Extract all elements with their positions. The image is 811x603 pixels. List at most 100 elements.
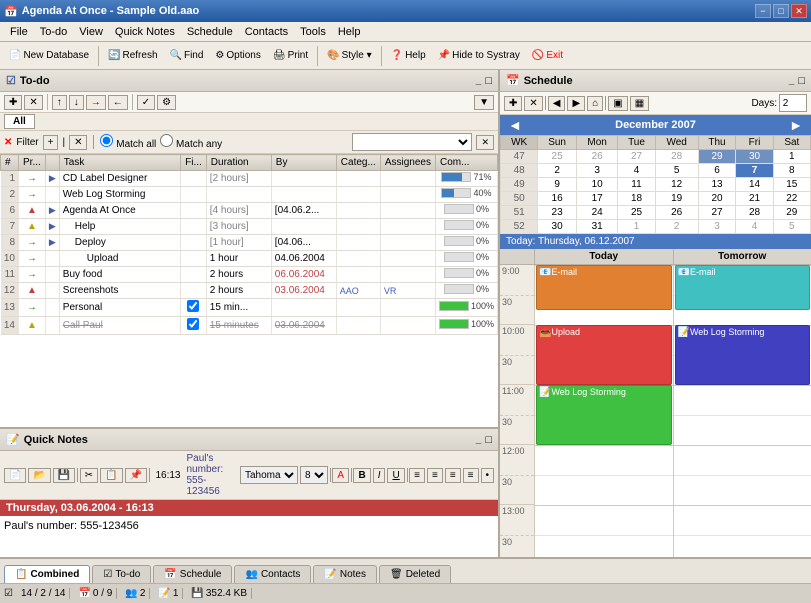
calendar-day[interactable]: 29 <box>773 206 810 220</box>
table-row[interactable]: 14▲Call Paul15 minutes03.06.2004100% <box>1 317 498 335</box>
col-num[interactable]: # <box>1 155 19 171</box>
todo-outdent-button[interactable]: ← <box>108 95 128 110</box>
calendar-day[interactable]: 9 <box>538 178 577 192</box>
table-row[interactable]: 7▲▶Help[3 hours]0% <box>1 219 498 235</box>
day-view-body[interactable]: 9:003010:003011:003012:003013:003014:003… <box>500 265 811 557</box>
todo-filter-icon-button[interactable]: ▼ <box>474 95 494 110</box>
menu-quicknotes[interactable]: Quick Notes <box>109 24 181 40</box>
calendar-day[interactable]: 24 <box>576 206 617 220</box>
calendar-day[interactable]: 23 <box>538 206 577 220</box>
calendar-day[interactable]: 7 <box>736 164 773 178</box>
menu-todo[interactable]: To-do <box>34 24 74 40</box>
notes-new-button[interactable]: 📄 <box>4 468 26 483</box>
notes-panel-minimize[interactable]: _ <box>476 434 482 445</box>
table-row[interactable]: 6▲▶Agenda At Once[4 hours][04.06.2...0% <box>1 203 498 219</box>
event-web-log-storming[interactable]: 📝 Web Log Storming <box>536 385 672 445</box>
hide-to-systray-button[interactable]: 📌 Hide to Systray <box>433 47 525 64</box>
schedule-panel-maximize[interactable]: □ <box>798 75 805 87</box>
calendar-day[interactable]: 1 <box>618 220 655 234</box>
col-finish[interactable]: Fi... <box>181 155 207 171</box>
calendar-day[interactable]: 27 <box>698 206 736 220</box>
event-e-mail[interactable]: 📧 E-mail <box>675 265 811 310</box>
todo-delete-button[interactable]: ✕ <box>24 95 42 110</box>
col-by[interactable]: By <box>271 155 336 171</box>
schedule-panel-minimize[interactable]: _ <box>789 75 795 86</box>
menu-contacts[interactable]: Contacts <box>239 24 294 40</box>
notes-justify-button[interactable]: ≡ <box>463 468 479 483</box>
tab-contacts[interactable]: 👥 Contacts <box>234 565 311 583</box>
table-row[interactable]: 12▲Screenshots2 hours03.06.2004AAOVR0% <box>1 283 498 299</box>
calendar-day[interactable]: 11 <box>618 178 655 192</box>
notes-italic-button[interactable]: I <box>373 468 386 483</box>
menu-help[interactable]: Help <box>332 24 367 40</box>
calendar-day[interactable]: 31 <box>576 220 617 234</box>
filter-delete-button[interactable]: ✕ <box>69 135 87 150</box>
notes-underline-button[interactable]: U <box>387 468 404 483</box>
notes-copy-button[interactable]: 📋 <box>100 468 122 483</box>
calendar-day[interactable]: 22 <box>773 192 810 206</box>
minimize-button[interactable]: − <box>755 4 771 18</box>
day-column-tomorrow[interactable]: 📧 E-mail📝 Web Log Storming📧 E-mail <box>674 265 811 557</box>
refresh-button[interactable]: 🔄 Refresh <box>103 47 162 64</box>
notes-content-area[interactable]: Thursday, 03.06.2004 - 16:13 Paul's numb… <box>0 500 498 557</box>
calendar-day[interactable]: 4 <box>618 164 655 178</box>
notes-font-size[interactable]: 8 <box>300 466 328 484</box>
filter-x-button[interactable]: ✕ <box>476 135 494 150</box>
calendar-day[interactable]: 2 <box>655 220 698 234</box>
notes-bullet-button[interactable]: • <box>481 468 495 483</box>
todo-new-button[interactable]: ✚ <box>4 95 22 110</box>
menu-view[interactable]: View <box>73 24 109 40</box>
sched-new-button[interactable]: ✚ <box>504 96 522 111</box>
event-e-mail[interactable]: 📧 E-mail <box>536 265 672 310</box>
calendar-day[interactable]: 17 <box>576 192 617 206</box>
notes-cut-button[interactable]: ✂ <box>80 468 98 483</box>
calendar-day[interactable]: 25 <box>538 150 577 164</box>
sched-prev-button[interactable]: ◀ <box>548 96 566 111</box>
col-priority[interactable]: Pr... <box>19 155 46 171</box>
new-database-button[interactable]: 📄 New Database <box>4 47 94 64</box>
table-row[interactable]: 8→▶Deploy[1 hour][04.06...0% <box>1 235 498 251</box>
calendar-day[interactable]: 15 <box>773 178 810 192</box>
calendar-day[interactable]: 19 <box>655 192 698 206</box>
todo-move-down-button[interactable]: ↓ <box>69 95 84 110</box>
close-button[interactable]: ✕ <box>791 4 807 18</box>
calendar-day[interactable]: 18 <box>618 192 655 206</box>
calendar-day[interactable]: 6 <box>698 164 736 178</box>
todo-panel-maximize[interactable]: □ <box>485 75 492 87</box>
col-duration[interactable]: Duration <box>206 155 271 171</box>
calendar-day[interactable]: 5 <box>655 164 698 178</box>
table-row[interactable]: 10→Upload1 hour04.06.20040% <box>1 251 498 267</box>
filter-dropdown[interactable] <box>352 133 472 151</box>
calendar-day[interactable]: 21 <box>736 192 773 206</box>
tab-notes[interactable]: 📝 Notes <box>313 565 377 583</box>
notes-open-button[interactable]: 📂 <box>28 468 50 483</box>
style-button[interactable]: 🎨 Style ▾ <box>322 47 376 64</box>
exit-button[interactable]: 🚫 Exit <box>527 47 568 64</box>
notes-font-select[interactable]: Tahoma <box>240 466 298 484</box>
calendar-day[interactable]: 14 <box>736 178 773 192</box>
calendar-day[interactable]: 26 <box>655 206 698 220</box>
table-row[interactable]: 11→Buy food2 hours06.06.20040% <box>1 267 498 283</box>
table-row[interactable]: 1→▶CD Label Designer[2 hours]71% <box>1 171 498 187</box>
calendar-day[interactable]: 28 <box>736 206 773 220</box>
calendar-day[interactable]: 26 <box>576 150 617 164</box>
calendar-day[interactable]: 30 <box>736 150 773 164</box>
days-input[interactable] <box>779 94 807 112</box>
print-button[interactable]: 🖨 Print <box>268 47 313 64</box>
notes-paste-button[interactable]: 📌 <box>125 468 147 483</box>
todo-move-up-button[interactable]: ↑ <box>52 95 67 110</box>
event-web-log-storming[interactable]: 📝 Web Log Storming <box>675 325 811 385</box>
col-complete[interactable]: Com... <box>435 155 497 171</box>
calendar-day[interactable]: 2 <box>538 164 577 178</box>
calendar-day[interactable]: 13 <box>698 178 736 192</box>
table-row[interactable]: 13→Personal15 min...100% <box>1 299 498 317</box>
tab-schedule[interactable]: 📅 Schedule <box>153 565 232 583</box>
todo-options-button[interactable]: ⚙ <box>157 95 176 110</box>
calendar-day[interactable]: 30 <box>538 220 577 234</box>
todo-indent-button[interactable]: → <box>86 95 106 110</box>
notes-text[interactable]: Paul's number: 555-123456 <box>0 516 498 536</box>
notes-color-button[interactable]: A <box>332 468 349 483</box>
todo-check-button[interactable]: ✓ <box>137 95 155 110</box>
todo-panel-minimize[interactable]: _ <box>476 75 482 86</box>
menu-tools[interactable]: Tools <box>294 24 332 40</box>
